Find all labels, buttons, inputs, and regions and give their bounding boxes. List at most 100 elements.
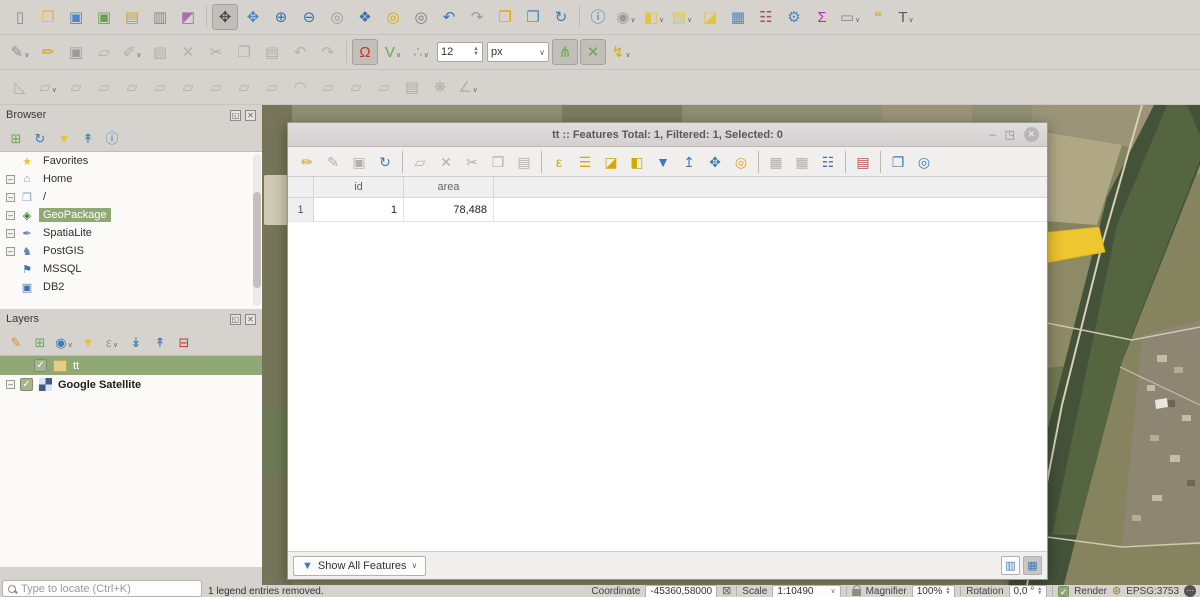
invert-selection[interactable]: ◪ <box>599 150 623 174</box>
select-features[interactable]: ◧∨ <box>641 4 667 30</box>
open-attribute-table[interactable]: ▦ <box>725 4 751 30</box>
save-layer-edits[interactable]: ▣ <box>63 39 89 65</box>
current-edits[interactable]: ✎∨ <box>7 39 33 65</box>
identify-features[interactable]: ⓘ <box>585 4 611 30</box>
expander-icon[interactable]: – <box>6 229 15 238</box>
globe-icon[interactable]: ⊛ <box>1112 586 1121 597</box>
enable-snapping[interactable]: Ω <box>352 39 378 65</box>
manage-map-themes[interactable]: ◉∨ <box>53 331 75 353</box>
minimize-button[interactable]: – <box>989 128 995 142</box>
browser-item-favorites[interactable]: ★Favorites <box>0 152 262 170</box>
zoom-next[interactable]: ↷ <box>464 4 490 30</box>
pan-map[interactable]: ✥ <box>212 4 238 30</box>
move-selection-to-top[interactable]: ↥ <box>677 150 701 174</box>
conditional-formatting[interactable]: ▤ <box>851 150 875 174</box>
show-bookmarks[interactable]: ❐ <box>520 4 546 30</box>
field-calculator[interactable]: ☷ <box>753 4 779 30</box>
browser-float-button[interactable]: ◱ <box>230 110 241 121</box>
filter-legend[interactable]: ▼ <box>77 331 99 353</box>
spinner-arrows-icon[interactable]: ▲▼ <box>1037 587 1042 595</box>
processing-toolbox[interactable]: ⚙ <box>781 4 807 30</box>
add-selected-layers[interactable]: ⊞ <box>5 127 27 149</box>
snapping-units-select[interactable]: px∨ <box>487 42 549 62</box>
run-feature-action[interactable]: ◉∨ <box>613 4 639 30</box>
snapping-tolerance-type[interactable]: ∴∨ <box>408 39 434 65</box>
browser-item-home[interactable]: –⌂Home <box>0 170 262 188</box>
rotation-spinbox[interactable]: 0,0 ° ▲▼ <box>1009 585 1048 597</box>
zoom-full[interactable]: ❖ <box>352 4 378 30</box>
restore-button[interactable]: ◳ <box>1005 128 1015 142</box>
crs-indicator[interactable]: EPSG:3753 <box>1126 586 1179 597</box>
browser-item-geopackage[interactable]: –◈GeoPackage <box>0 206 262 224</box>
refresh-map[interactable]: ↻ <box>548 4 574 30</box>
dialog-titlebar[interactable]: tt :: Features Total: 1, Filtered: 1, Se… <box>288 123 1047 147</box>
dock-attribute-table[interactable]: ❐ <box>886 150 910 174</box>
zoom-to-selection[interactable]: ◎ <box>380 4 406 30</box>
column-header-area[interactable]: area <box>404 177 494 197</box>
zoom-in[interactable]: ⊕ <box>268 4 294 30</box>
expander-icon[interactable]: – <box>6 175 15 184</box>
browser-item-root[interactable]: –❒/ <box>0 188 262 206</box>
pan-to-selection[interactable]: ✥ <box>240 4 266 30</box>
layer-visibility-checkbox[interactable]: ✓ <box>34 359 47 372</box>
snapping-on-intersection[interactable]: ✕ <box>580 39 606 65</box>
collapse-all[interactable]: ↟ <box>77 127 99 149</box>
toggle-editing[interactable]: ✏ <box>35 39 61 65</box>
browser-scrollbar[interactable] <box>253 154 261 306</box>
browser-item-spatialite[interactable]: –✒SpatiaLite <box>0 224 262 242</box>
browser-item-postgis[interactable]: –♞PostGIS <box>0 242 262 260</box>
topological-editing[interactable]: ⋔ <box>552 39 578 65</box>
pan-to-selected[interactable]: ✥ <box>703 150 727 174</box>
zoom-to-selected[interactable]: ◎ <box>729 150 753 174</box>
deselect-all-layers[interactable]: ◪ <box>697 4 723 30</box>
save-project-as[interactable]: ▣ <box>91 4 117 30</box>
refresh-browser[interactable]: ↻ <box>29 127 51 149</box>
show-statistics[interactable]: Σ <box>809 4 835 30</box>
row-header[interactable]: 1 <box>288 198 314 221</box>
cell-area[interactable]: 78,488 <box>404 198 494 221</box>
remove-layer[interactable]: ⊟ <box>173 331 195 353</box>
actions-button[interactable]: ◎ <box>912 150 936 174</box>
open-project[interactable]: ❒ <box>35 4 61 30</box>
coordinate-value[interactable]: -45360,58000 <box>645 585 717 597</box>
form-view-toggle[interactable]: ▥ <box>1001 556 1020 575</box>
zoom-out[interactable]: ⊖ <box>296 4 322 30</box>
add-group[interactable]: ⊞ <box>29 331 51 353</box>
layer-google-satellite[interactable]: –✓Google Satellite <box>0 375 262 394</box>
feature-filter-button[interactable]: ▼ Show All Features ∨ <box>293 556 426 576</box>
filter-by-expression[interactable]: ε∨ <box>101 331 123 353</box>
new-print-layout[interactable]: ▤ <box>119 4 145 30</box>
expander-icon[interactable]: – <box>6 193 15 202</box>
map-tips[interactable]: ❝ <box>865 4 891 30</box>
snapping-tolerance-value[interactable]: 12▲▼ <box>437 42 483 62</box>
reload-table[interactable]: ↻ <box>373 150 397 174</box>
lock-icon[interactable] <box>852 589 861 596</box>
cell-id[interactable]: 1 <box>314 198 404 221</box>
magnifier-spinbox[interactable]: 100% ▲▼ <box>912 585 956 597</box>
deselect-all[interactable]: ◧ <box>625 150 649 174</box>
select-features-by-value[interactable]: ▤∨ <box>669 4 695 30</box>
expander-icon[interactable]: – <box>6 247 15 256</box>
filter-browser[interactable]: ▼ <box>53 127 75 149</box>
expand-all[interactable]: ↡ <box>125 331 147 353</box>
filter-select-form[interactable]: ▼ <box>651 150 675 174</box>
measure-line[interactable]: ▭∨ <box>837 4 863 30</box>
messages-log-icon[interactable]: ⋯ <box>1184 585 1196 597</box>
browser-close-button[interactable]: ✕ <box>245 110 256 121</box>
close-button[interactable]: ✕ <box>1024 127 1039 142</box>
render-checkbox[interactable]: ✓ <box>1058 586 1069 597</box>
snapping-mode[interactable]: V∨ <box>380 39 406 65</box>
browser-item-mssql[interactable]: ⚑MSSQL <box>0 260 262 278</box>
table-view-toggle[interactable]: ▦ <box>1023 556 1042 575</box>
enable-tracing[interactable]: ↯∨ <box>608 39 634 65</box>
zoom-native[interactable]: ◎ <box>324 4 350 30</box>
zoom-to-layer[interactable]: ◎ <box>408 4 434 30</box>
properties-info[interactable]: ⓘ <box>101 127 123 149</box>
column-header-id[interactable]: id <box>314 177 404 197</box>
open-field-calculator[interactable]: ☷ <box>816 150 840 174</box>
select-by-expression[interactable]: ε <box>547 150 571 174</box>
layers-close-button[interactable]: ✕ <box>245 314 256 325</box>
open-layer-styling[interactable]: ✎ <box>5 331 27 353</box>
collapse-all-layers[interactable]: ↟ <box>149 331 171 353</box>
browser-item-db2[interactable]: ▣DB2 <box>0 278 262 296</box>
